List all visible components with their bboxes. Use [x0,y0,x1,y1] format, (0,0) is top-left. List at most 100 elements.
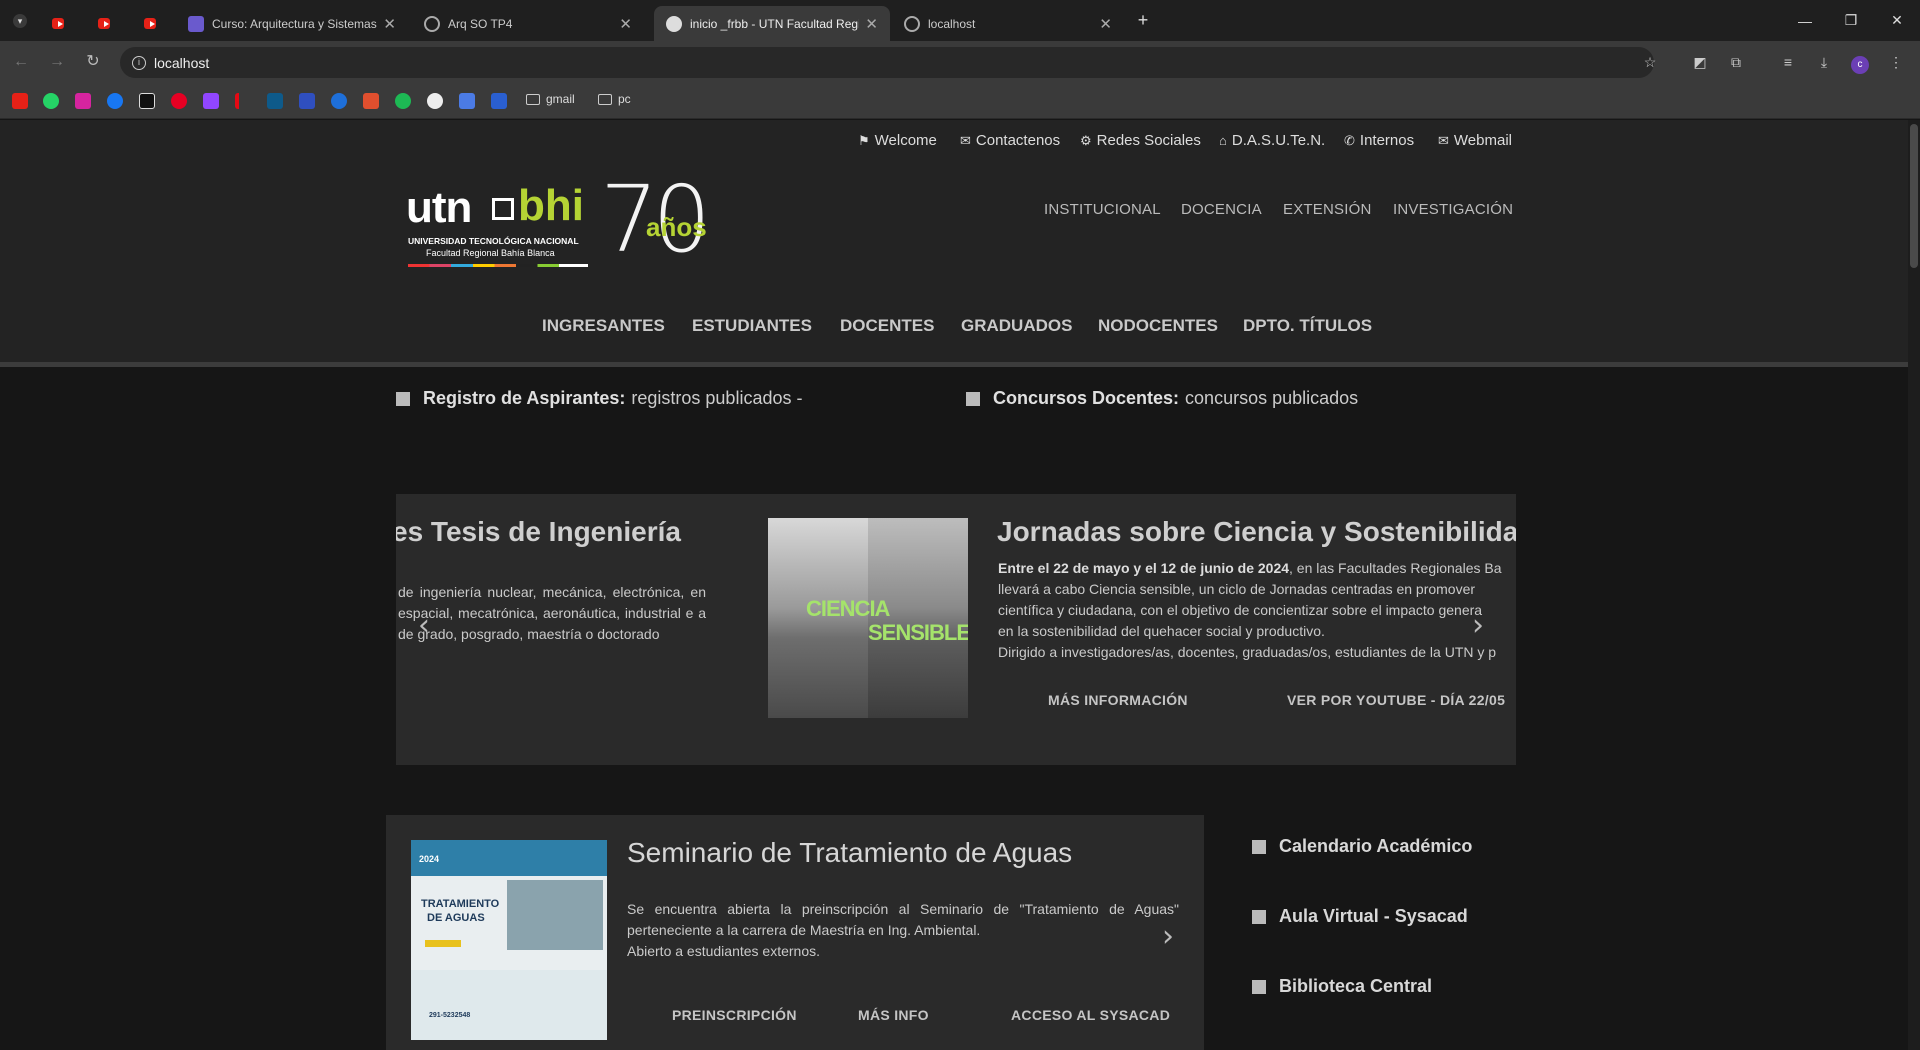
download-icon[interactable]: ⤓ [1814,52,1834,72]
bookmark-whatsapp-icon[interactable] [43,93,59,109]
acceso-sysacad-button[interactable]: ACCESO AL SYSACAD [1011,1007,1170,1023]
back-button[interactable]: ← [10,51,32,73]
poster-footer [411,970,607,1040]
close-icon[interactable]: ✕ [1099,15,1112,33]
bookmark-netflix-icon[interactable] [235,93,245,109]
globe-icon [904,15,920,32]
restore-button[interactable]: ❐ [1828,0,1874,41]
extension-contrast-icon[interactable]: ◩ [1690,52,1710,72]
nav-ingresantes[interactable]: INGRESANTES [542,316,665,336]
quick-link-concursos-docentes[interactable]: Concursos Docentes: concursos publicados [966,388,1358,409]
minimize-button[interactable]: — [1782,0,1828,41]
globe-icon [424,15,440,32]
preinscripcion-button[interactable]: PREINSCRIPCIÓN [672,1007,797,1023]
bookmark-star-icon[interactable] [363,93,379,109]
puzzle-icon[interactable]: ⧉ [1726,52,1746,72]
tab-arq-so[interactable]: Arq SO TP4 ✕ [412,6,644,41]
bookmark-twitch-icon[interactable] [203,93,219,109]
tab-search-button[interactable]: ▾ [2,0,38,41]
poster-header-band [411,840,607,876]
site-header: ⚑ Welcome ✉ Contactenos ⚙ Redes Sociales ⌂ D… [0,120,1908,362]
bookmark-pinterest-icon[interactable] [171,93,187,109]
sidebar-link-aula-virtual[interactable]: Aula Virtual - Sysacad [1252,906,1468,927]
carousel-next-arrow-icon[interactable]: › [1472,608,1484,643]
envelope-icon: ✉ [960,132,971,148]
tab-localhost[interactable]: localhost ✕ [892,6,1124,41]
menu-icon[interactable]: ⋮ [1886,52,1906,72]
toplink-welcome[interactable]: ⚑ Welcome [858,132,937,149]
bookmark-youtube-icon[interactable] [12,93,28,109]
nav-docentes[interactable]: DOCENTES [840,316,934,336]
seminar-next-arrow-icon[interactable]: › [1162,919,1174,954]
bookmark-site-icon[interactable] [267,93,283,109]
toplink-internos[interactable]: ✆ Internos [1344,132,1414,149]
bookmark-folder-pc[interactable]: pc [598,92,631,106]
bookmark-circle-icon[interactable] [395,93,411,109]
info-icon[interactable]: i [132,55,146,70]
seminar-title[interactable]: Seminario de Tratamiento de Aguas [627,837,1072,869]
close-icon[interactable]: ✕ [865,15,878,33]
bookmark-x-icon[interactable] [139,93,155,109]
bookmark-facebook-icon[interactable] [107,93,123,109]
phone-icon: ✆ [1344,132,1355,148]
close-icon[interactable]: ✕ [383,15,396,33]
bookmark-copilot-icon[interactable] [459,93,475,109]
nav-docencia[interactable]: DOCENCIA [1181,201,1262,218]
folder-icon [526,93,540,105]
bookmark-folder-label: gmail [546,92,575,106]
tab-youtube-1[interactable] [40,6,76,41]
utn-logo[interactable]: utn bhi UNIVERSIDAD TECNOLÓGICA NACIONAL… [406,174,732,278]
nav-graduados[interactable]: GRADUADOS [961,316,1072,336]
toplink-redes-sociales[interactable]: ⚙ Redes Sociales [1080,132,1201,149]
tab-curso[interactable]: Curso: Arquitectura y Sistemas Op ✕ [176,6,408,41]
forward-button[interactable]: → [46,51,68,73]
seminar-poster-image[interactable]: 2024 TRATAMIENTO DE AGUAS 291-5232548 [411,840,607,1040]
logo-emblem-icon [492,198,514,220]
toplink-webmail[interactable]: ✉ Webmail [1438,132,1512,149]
tab-youtube-2[interactable] [86,6,122,41]
quick-link-text: concursos publicados [1185,388,1359,408]
tab-utn-inicio[interactable]: inicio _frbb - UTN Facultad Regio ✕ [654,6,890,41]
page-scrollbar[interactable] [1908,120,1920,1050]
bookmark-folder-gmail[interactable]: gmail [526,92,575,106]
sidebar-link-label: Aula Virtual - Sysacad [1279,906,1468,926]
poster-phone: 291-5232548 [429,1012,471,1019]
url-text: localhost [154,54,210,71]
new-tab-button[interactable]: + [1120,0,1166,41]
toplink-dasuten[interactable]: ⌂ D.A.S.U.Te.N. [1219,132,1325,149]
square-bullet-icon [1252,839,1266,854]
nav-investigacion[interactable]: INVESTIGACIÓN [1393,201,1513,218]
nav-extension[interactable]: EXTENSIÓN [1283,201,1371,218]
bookmark-openai-icon[interactable] [427,93,443,109]
avatar[interactable]: c [1850,52,1870,74]
star-icon[interactable]: ☆ [1640,52,1660,72]
toplink-contactenos[interactable]: ✉ Contactenos [960,132,1060,149]
sidebar-link-biblioteca[interactable]: Biblioteca Central [1252,976,1432,997]
sidebar-link-calendario[interactable]: Calendario Académico [1252,836,1472,857]
nav-institucional[interactable]: INSTITUCIONAL [1044,201,1161,218]
close-icon[interactable]: ✕ [619,15,632,33]
mas-info-button[interactable]: MÁS INFO [858,1007,929,1023]
tab-youtube-3[interactable] [132,6,168,41]
address-bar[interactable]: i localhost [120,47,1654,78]
carousel-prev-arrow-icon[interactable]: ‹ [418,608,430,643]
nav-dpto-titulos[interactable]: DPTO. TÍTULOS [1243,316,1372,336]
scrollbar-thumb[interactable] [1910,124,1918,268]
nav-estudiantes[interactable]: ESTUDIANTES [692,316,812,336]
tab-strip: ▾ Curso: Arquitectura y Sistemas Op ✕ Arq… [0,0,1920,41]
quick-link-registro-aspirantes[interactable]: Registro de Aspirantes: registros public… [396,388,802,409]
folder-icon [598,93,612,105]
bookmark-in-icon[interactable] [491,93,507,109]
mas-informacion-button[interactable]: MÁS INFORMACIÓN [1048,692,1188,708]
mail-icon: ✉ [1438,132,1449,148]
bookmark-c-icon[interactable] [331,93,347,109]
ciencia-sensible-image[interactable]: CIENCIA SENSIBLE [768,518,968,718]
bookmark-m-icon[interactable] [299,93,315,109]
nav-nodocentes[interactable]: NODOCENTES [1098,316,1218,336]
close-window-button[interactable]: ✕ [1874,0,1920,41]
media-queue-icon[interactable]: ≡ [1778,52,1798,72]
bookmark-instagram-icon[interactable] [75,93,91,109]
reload-button[interactable]: ↻ [82,51,104,73]
slide-title[interactable]: Jornadas sobre Ciencia y Sostenibilidad [997,516,1516,548]
ver-youtube-button[interactable]: VER POR YOUTUBE - DÍA 22/05 [1287,692,1505,708]
